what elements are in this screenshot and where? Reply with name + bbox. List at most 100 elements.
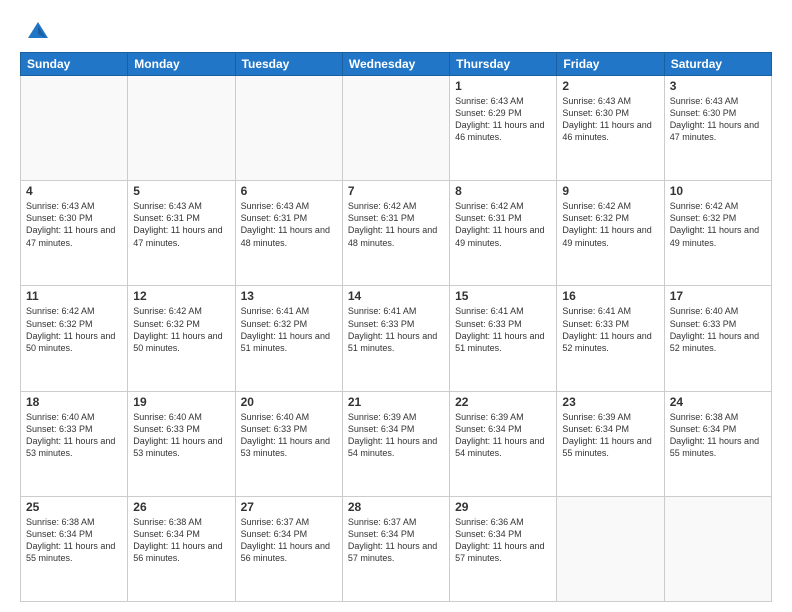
calendar-cell: 18 Sunrise: 6:40 AM Sunset: 6:33 PM Dayli… <box>21 391 128 496</box>
day-number: 3 <box>670 79 766 93</box>
day-number: 7 <box>348 184 444 198</box>
weekday-header-saturday: Saturday <box>664 53 771 76</box>
day-info: Sunrise: 6:40 AM Sunset: 6:33 PM Dayligh… <box>133 411 229 460</box>
logo <box>20 20 52 46</box>
day-number: 22 <box>455 395 551 409</box>
calendar-cell: 9Sunrise: 6:42 AM Sunset: 6:32 PM Daylig… <box>557 181 664 286</box>
day-info: Sunrise: 6:40 AM Sunset: 6:33 PM Dayligh… <box>241 411 337 460</box>
day-number: 1 <box>455 79 551 93</box>
calendar-cell: 27 Sunrise: 6:37 AM Sunset: 6:34 PM Dayli… <box>235 496 342 601</box>
day-info: Sunrise: 6:43 AM Sunset: 6:30 PM Dayligh… <box>670 95 766 144</box>
calendar-cell <box>557 496 664 601</box>
day-info: Sunrise: 6:37 AM Sunset: 6:34 PM Dayligh… <box>241 516 337 565</box>
day-info: Sunrise: 6:42 AM Sunset: 6:32 PM Dayligh… <box>670 200 766 249</box>
calendar-cell: 24 Sunrise: 6:38 AM Sunset: 6:34 PM Dayli… <box>664 391 771 496</box>
day-info: Sunrise: 6:39 AM Sunset: 6:34 PM Dayligh… <box>348 411 444 460</box>
calendar-cell: 16 Sunrise: 6:41 AM Sunset: 6:33 PM Dayli… <box>557 286 664 391</box>
calendar-cell: 15 Sunrise: 6:41 AM Sunset: 6:33 PM Dayli… <box>450 286 557 391</box>
day-number: 14 <box>348 289 444 303</box>
day-number: 21 <box>348 395 444 409</box>
day-info: Sunrise: 6:38 AM Sunset: 6:34 PM Dayligh… <box>670 411 766 460</box>
day-number: 2 <box>562 79 658 93</box>
calendar-week-row: 4 Sunrise: 6:43 AM Sunset: 6:30 PM Daylig… <box>21 181 772 286</box>
day-number: 16 <box>562 289 658 303</box>
day-number: 29 <box>455 500 551 514</box>
day-number: 11 <box>26 289 122 303</box>
calendar-cell: 26 Sunrise: 6:38 AM Sunset: 6:34 PM Dayli… <box>128 496 235 601</box>
day-info: Sunrise: 6:41 AM Sunset: 6:32 PM Dayligh… <box>241 305 337 354</box>
calendar-cell: 8 Sunrise: 6:42 AM Sunset: 6:31 PM Daylig… <box>450 181 557 286</box>
calendar-cell: 1Sunrise: 6:43 AM Sunset: 6:29 PM Daylig… <box>450 76 557 181</box>
day-info: Sunrise: 6:43 AM Sunset: 6:31 PM Dayligh… <box>241 200 337 249</box>
day-number: 23 <box>562 395 658 409</box>
calendar-cell: 19 Sunrise: 6:40 AM Sunset: 6:33 PM Dayli… <box>128 391 235 496</box>
page: SundayMondayTuesdayWednesdayThursdayFrid… <box>0 0 792 612</box>
weekday-header-row: SundayMondayTuesdayWednesdayThursdayFrid… <box>21 53 772 76</box>
day-info: Sunrise: 6:37 AM Sunset: 6:34 PM Dayligh… <box>348 516 444 565</box>
calendar-cell: 25Sunrise: 6:38 AM Sunset: 6:34 PM Dayli… <box>21 496 128 601</box>
calendar-table: SundayMondayTuesdayWednesdayThursdayFrid… <box>20 52 772 602</box>
header <box>20 16 772 46</box>
calendar-cell: 20 Sunrise: 6:40 AM Sunset: 6:33 PM Dayli… <box>235 391 342 496</box>
calendar-cell: 3 Sunrise: 6:43 AM Sunset: 6:30 PM Daylig… <box>664 76 771 181</box>
day-info: Sunrise: 6:42 AM Sunset: 6:32 PM Dayligh… <box>26 305 122 354</box>
day-number: 8 <box>455 184 551 198</box>
day-info: Sunrise: 6:41 AM Sunset: 6:33 PM Dayligh… <box>562 305 658 354</box>
day-number: 13 <box>241 289 337 303</box>
calendar-cell: 11 Sunrise: 6:42 AM Sunset: 6:32 PM Dayli… <box>21 286 128 391</box>
weekday-header-tuesday: Tuesday <box>235 53 342 76</box>
day-number: 5 <box>133 184 229 198</box>
day-number: 19 <box>133 395 229 409</box>
calendar-cell: 28 Sunrise: 6:37 AM Sunset: 6:34 PM Dayli… <box>342 496 449 601</box>
calendar-cell: 6 Sunrise: 6:43 AM Sunset: 6:31 PM Daylig… <box>235 181 342 286</box>
calendar-week-row: 11 Sunrise: 6:42 AM Sunset: 6:32 PM Dayli… <box>21 286 772 391</box>
calendar-cell: 17Sunrise: 6:40 AM Sunset: 6:33 PM Dayli… <box>664 286 771 391</box>
day-number: 20 <box>241 395 337 409</box>
day-number: 27 <box>241 500 337 514</box>
day-number: 17 <box>670 289 766 303</box>
weekday-header-monday: Monday <box>128 53 235 76</box>
logo-icon <box>24 18 52 46</box>
day-info: Sunrise: 6:39 AM Sunset: 6:34 PM Dayligh… <box>455 411 551 460</box>
day-info: Sunrise: 6:39 AM Sunset: 6:34 PM Dayligh… <box>562 411 658 460</box>
day-number: 10 <box>670 184 766 198</box>
day-info: Sunrise: 6:42 AM Sunset: 6:31 PM Dayligh… <box>455 200 551 249</box>
calendar-cell: 29 Sunrise: 6:36 AM Sunset: 6:34 PM Dayli… <box>450 496 557 601</box>
day-number: 6 <box>241 184 337 198</box>
calendar-cell <box>664 496 771 601</box>
day-info: Sunrise: 6:41 AM Sunset: 6:33 PM Dayligh… <box>348 305 444 354</box>
calendar-cell: 14 Sunrise: 6:41 AM Sunset: 6:33 PM Dayli… <box>342 286 449 391</box>
day-number: 18 <box>26 395 122 409</box>
calendar-cell <box>128 76 235 181</box>
calendar-cell <box>235 76 342 181</box>
day-number: 12 <box>133 289 229 303</box>
day-number: 26 <box>133 500 229 514</box>
calendar-cell: 7Sunrise: 6:42 AM Sunset: 6:31 PM Daylig… <box>342 181 449 286</box>
day-info: Sunrise: 6:42 AM Sunset: 6:32 PM Dayligh… <box>133 305 229 354</box>
calendar-week-row: 25Sunrise: 6:38 AM Sunset: 6:34 PM Dayli… <box>21 496 772 601</box>
day-info: Sunrise: 6:38 AM Sunset: 6:34 PM Dayligh… <box>133 516 229 565</box>
day-info: Sunrise: 6:43 AM Sunset: 6:31 PM Dayligh… <box>133 200 229 249</box>
day-info: Sunrise: 6:42 AM Sunset: 6:32 PM Dayligh… <box>562 200 658 249</box>
day-info: Sunrise: 6:36 AM Sunset: 6:34 PM Dayligh… <box>455 516 551 565</box>
day-info: Sunrise: 6:41 AM Sunset: 6:33 PM Dayligh… <box>455 305 551 354</box>
day-number: 4 <box>26 184 122 198</box>
calendar-cell: 5 Sunrise: 6:43 AM Sunset: 6:31 PM Daylig… <box>128 181 235 286</box>
day-number: 28 <box>348 500 444 514</box>
calendar-cell <box>21 76 128 181</box>
calendar-cell: 22 Sunrise: 6:39 AM Sunset: 6:34 PM Dayli… <box>450 391 557 496</box>
day-info: Sunrise: 6:43 AM Sunset: 6:30 PM Dayligh… <box>26 200 122 249</box>
calendar-week-row: 1Sunrise: 6:43 AM Sunset: 6:29 PM Daylig… <box>21 76 772 181</box>
weekday-header-wednesday: Wednesday <box>342 53 449 76</box>
day-number: 24 <box>670 395 766 409</box>
day-info: Sunrise: 6:38 AM Sunset: 6:34 PM Dayligh… <box>26 516 122 565</box>
weekday-header-sunday: Sunday <box>21 53 128 76</box>
day-info: Sunrise: 6:40 AM Sunset: 6:33 PM Dayligh… <box>26 411 122 460</box>
calendar-cell: 13 Sunrise: 6:41 AM Sunset: 6:32 PM Dayli… <box>235 286 342 391</box>
calendar-week-row: 18 Sunrise: 6:40 AM Sunset: 6:33 PM Dayli… <box>21 391 772 496</box>
calendar-cell <box>342 76 449 181</box>
day-number: 15 <box>455 289 551 303</box>
calendar-cell: 4 Sunrise: 6:43 AM Sunset: 6:30 PM Daylig… <box>21 181 128 286</box>
calendar-cell: 10 Sunrise: 6:42 AM Sunset: 6:32 PM Dayli… <box>664 181 771 286</box>
calendar-cell: 12 Sunrise: 6:42 AM Sunset: 6:32 PM Dayli… <box>128 286 235 391</box>
